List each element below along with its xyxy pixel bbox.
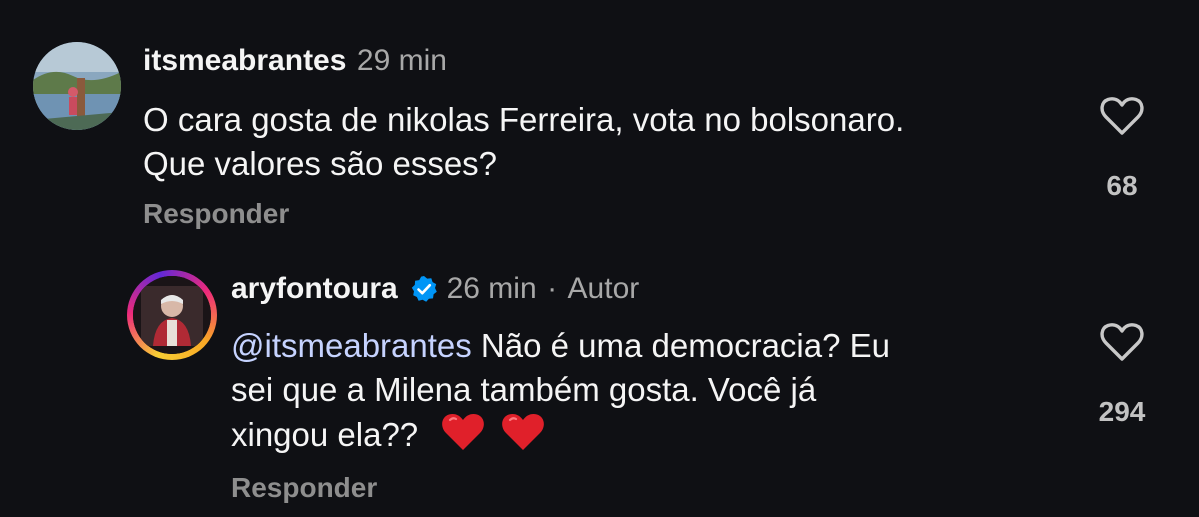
username[interactable]: aryfontoura — [231, 272, 398, 305]
like-control: 294 — [1092, 322, 1152, 428]
red-heart-emoji-icon — [442, 413, 485, 450]
story-ring[interactable] — [127, 270, 217, 360]
person-photo-avatar-icon — [133, 276, 211, 354]
user-avatar — [133, 276, 211, 354]
mention-link[interactable]: @itsmeabrantes — [231, 327, 472, 364]
heart-outline-icon[interactable] — [1100, 322, 1144, 362]
author-tag: Autor — [567, 272, 640, 305]
comment-time: 26 min — [446, 272, 537, 305]
reply-button[interactable]: Responder — [231, 472, 377, 504]
comment-text-line: xingou ela?? — [231, 412, 1061, 457]
comment-text-fragment: xingou ela?? — [231, 416, 419, 453]
comment-text: @itsmeabrantes Não é uma democracia? Eu … — [231, 324, 1061, 457]
like-count: 294 — [1098, 396, 1146, 427]
comment-text-line: sei que a Milena também gosta. Você já — [231, 371, 817, 408]
comment-header: aryfontoura 26 min · Autor — [231, 272, 639, 306]
red-heart-emoji-icon — [501, 413, 544, 450]
separator-dot: · — [547, 272, 558, 305]
verified-badge-icon — [411, 276, 437, 302]
comment-text-fragment: Não é uma democracia? Eu — [471, 327, 890, 364]
comment-text-line: @itsmeabrantes Não é uma democracia? Eu — [231, 324, 1061, 368]
comment-aryfontoura: aryfontoura 26 min · Autor @itsmeabrante… — [0, 0, 1199, 517]
